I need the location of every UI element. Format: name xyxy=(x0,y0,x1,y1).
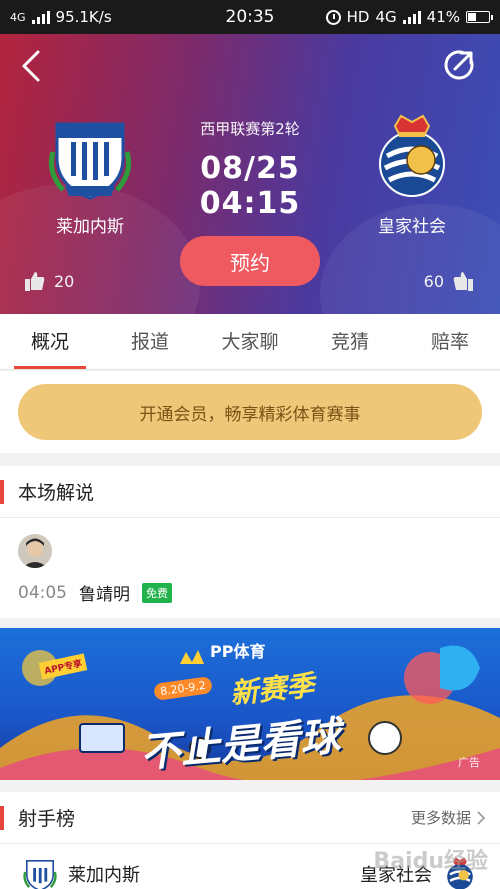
away-like-button[interactable]: 60 xyxy=(424,270,474,292)
real-sociedad-crest-icon xyxy=(379,114,445,197)
status-bar: 4G 95.1K/s 20:35 HD 4G 41% xyxy=(0,0,500,34)
signal-icon xyxy=(31,10,50,24)
share-button[interactable] xyxy=(442,48,476,82)
match-round: 西甲联赛第2轮 xyxy=(200,120,300,138)
commentator-name: 鲁靖明 xyxy=(79,585,130,605)
commentator-avatar[interactable] xyxy=(18,534,52,568)
alarm-icon xyxy=(325,9,341,25)
match-datetime: 08/25 04:15 xyxy=(199,151,301,221)
leganes-crest-icon xyxy=(23,860,57,889)
thumbs-up-icon xyxy=(453,272,473,291)
battery-percent: 41% xyxy=(426,8,460,26)
commentator-row[interactable]: 04:05 鲁靖明 免费 xyxy=(18,580,172,605)
scorers-home-team[interactable]: 莱加内斯 xyxy=(22,856,140,889)
home-like-button[interactable]: 20 xyxy=(24,270,74,292)
home-team-name: 莱加内斯 xyxy=(56,217,124,237)
tab-guess[interactable]: 竞猜 xyxy=(300,314,400,369)
back-button[interactable] xyxy=(20,48,52,84)
free-badge: 免费 xyxy=(142,582,172,603)
signal-icon-right xyxy=(402,10,421,24)
reserve-button[interactable]: 预约 xyxy=(180,236,320,286)
scorers-title: 射手榜 xyxy=(18,808,76,830)
match-header: 莱加内斯 西甲联赛第2轮 08/25 04:15 视频直播 皇家社会 预约 xyxy=(0,34,500,314)
commentary-section: 本场解说 04:05 鲁靖明 免费 xyxy=(0,466,500,618)
scorers-header: 射手榜 更多数据 xyxy=(0,792,500,844)
tab-chat[interactable]: 大家聊 xyxy=(200,314,300,369)
chevron-right-icon xyxy=(477,810,486,825)
membership-button[interactable]: 开通会员，畅享精彩体育赛事 xyxy=(18,384,482,440)
hd-label: HD xyxy=(346,8,370,26)
commentary-header: 本场解说 xyxy=(0,466,500,518)
match-detail-page: 4G 95.1K/s 20:35 HD 4G 41% 莱加内斯 西甲联赛第2轮 … xyxy=(0,0,500,889)
network-right-label: 4G xyxy=(375,8,397,26)
section-accent-bar xyxy=(0,805,4,830)
leganes-crest-icon xyxy=(48,122,132,200)
away-team-name: 皇家社会 xyxy=(378,217,446,237)
battery-icon xyxy=(466,11,493,23)
commentary-time: 04:05 xyxy=(18,582,67,603)
chevron-left-icon xyxy=(22,50,40,82)
status-left: 4G 95.1K/s xyxy=(10,8,112,26)
home-like-count: 20 xyxy=(54,271,75,291)
battery-fill xyxy=(468,13,476,21)
tab-overview[interactable]: 概况 xyxy=(0,314,100,369)
baidu-watermark: Baidu经验 xyxy=(373,849,488,874)
home-team[interactable]: 莱加内斯 xyxy=(20,112,160,237)
ad-label: 广告 xyxy=(458,756,480,769)
section-accent-bar xyxy=(0,479,4,504)
commentary-title: 本场解说 xyxy=(18,482,95,504)
tab-bar: 概况 报道 大家聊 竞猜 赔率 xyxy=(0,314,500,370)
member-section: 开通会员，畅享精彩体育赛事 xyxy=(0,371,500,453)
network-label: 4G xyxy=(10,10,26,24)
away-team[interactable]: 皇家社会 xyxy=(342,112,482,237)
scorers-home-name: 莱加内斯 xyxy=(68,865,140,886)
status-right: HD 4G 41% xyxy=(325,8,493,26)
thumbs-up-icon xyxy=(25,272,45,291)
share-icon xyxy=(444,50,474,80)
avatar-image xyxy=(18,534,52,568)
ad-banner[interactable]: PP体育 APP专享 8.20-9.2 新赛季 不止是看球 广告 xyxy=(0,628,500,780)
banner-logo: PP体育 xyxy=(210,642,266,661)
more-data-label: 更多数据 xyxy=(410,809,471,827)
tab-reports[interactable]: 报道 xyxy=(100,314,200,369)
more-data-link[interactable]: 更多数据 xyxy=(411,807,486,828)
tab-odds[interactable]: 赔率 xyxy=(400,314,500,369)
network-speed: 95.1K/s xyxy=(55,8,112,26)
away-like-count: 60 xyxy=(423,271,444,291)
